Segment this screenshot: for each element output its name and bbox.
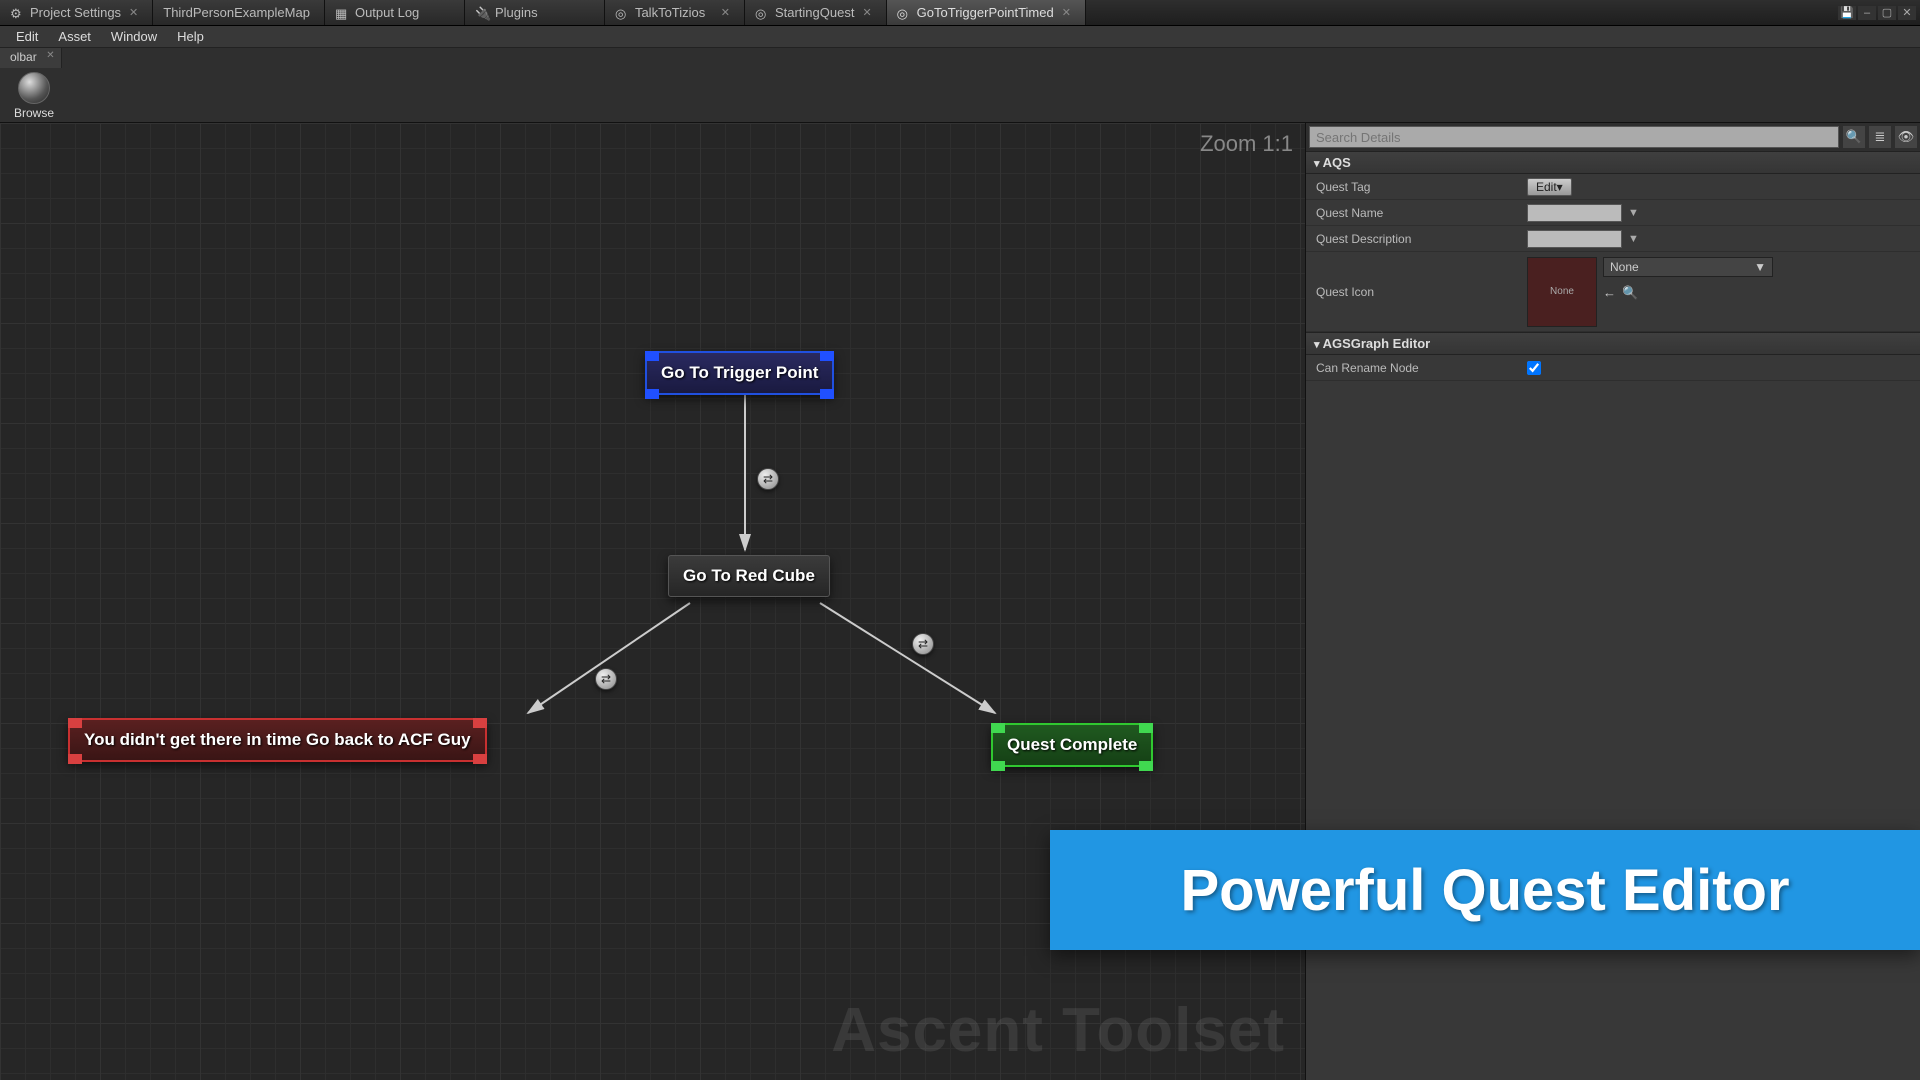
prop-label: Quest Icon: [1306, 281, 1521, 303]
chevron-down-icon: ▼: [1754, 260, 1766, 274]
tab-label: StartingQuest: [775, 5, 855, 20]
menubar: Edit Asset Window Help: [0, 26, 1920, 48]
transition-icon[interactable]: ⇄: [912, 633, 934, 655]
transition-icon[interactable]: ⇄: [595, 668, 617, 690]
toolbar: olbar ✕ Browse: [0, 48, 1920, 123]
chevron-down-icon[interactable]: ▼: [1628, 207, 1639, 219]
browse-label: Browse: [14, 106, 54, 120]
node-start[interactable]: Go To Trigger Point: [645, 351, 834, 395]
dropdown-value: None: [1610, 260, 1639, 274]
tab-label: GoToTriggerPointTimed: [917, 5, 1054, 20]
minimize-icon[interactable]: –: [1858, 6, 1876, 20]
quest-desc-input[interactable]: [1527, 230, 1622, 248]
node-done[interactable]: Quest Complete: [991, 723, 1153, 767]
close-icon[interactable]: ✕: [713, 6, 730, 19]
close-icon[interactable]: ✕: [46, 50, 54, 61]
close-icon[interactable]: ✕: [121, 6, 138, 19]
tab-map[interactable]: ThirdPersonExampleMap: [153, 0, 325, 25]
maximize-icon[interactable]: ▢: [1878, 6, 1896, 20]
toolbar-tab[interactable]: olbar ✕: [0, 48, 62, 68]
prop-label: Can Rename Node: [1306, 357, 1521, 379]
search-icon[interactable]: 🔍: [1843, 126, 1865, 148]
list-view-icon[interactable]: ≣: [1869, 126, 1891, 148]
toolbar-tab-label: olbar: [10, 50, 37, 64]
grid: [0, 123, 1305, 124]
watermark: Ascent Toolset: [831, 995, 1285, 1066]
plugin-icon: 🔌: [475, 6, 489, 20]
node-label: You didn't get there in time Go back to …: [84, 730, 471, 749]
tab-label: Output Log: [355, 5, 419, 20]
tab-project-settings[interactable]: ⚙ Project Settings✕: [0, 0, 153, 25]
node-fail[interactable]: You didn't get there in time Go back to …: [68, 718, 487, 762]
tab-startingquest[interactable]: ◎ StartingQuest✕: [745, 0, 887, 25]
tab-gototriggerpoint[interactable]: ◎ GoToTriggerPointTimed✕: [887, 0, 1086, 25]
browse-asset-icon[interactable]: 🔍: [1622, 285, 1638, 301]
prop-label: Quest Description: [1306, 228, 1521, 250]
prop-quest-icon: Quest Icon None None ▼ ← 🔍: [1306, 252, 1920, 332]
icon-dropdown[interactable]: None ▼: [1603, 257, 1773, 277]
prop-can-rename: Can Rename Node: [1306, 355, 1920, 381]
tab-output-log[interactable]: ▦ Output Log: [325, 0, 465, 25]
icon-preview[interactable]: None: [1527, 257, 1597, 327]
asset-icon: ◎: [615, 6, 629, 20]
tab-label: Plugins: [495, 5, 538, 20]
prop-label: Quest Name: [1306, 202, 1521, 224]
promo-banner: Powerful Quest Editor: [1050, 830, 1920, 950]
transition-icon[interactable]: ⇄: [757, 468, 779, 490]
quest-name-input[interactable]: [1527, 204, 1622, 222]
log-icon: ▦: [335, 6, 349, 20]
zoom-indicator: Zoom 1:1: [1200, 131, 1293, 157]
node-label: Go To Red Cube: [683, 566, 815, 585]
asset-icon: ◎: [897, 6, 911, 20]
tab-talktotizios[interactable]: ◎ TalkToTizios ✕: [605, 0, 745, 25]
browse-button[interactable]: Browse: [8, 70, 60, 122]
menu-asset[interactable]: Asset: [48, 27, 101, 46]
window-tabs: ⚙Project Settings✕ ThirdPersonExampleMap…: [0, 0, 1920, 26]
use-selected-icon[interactable]: ←: [1603, 285, 1616, 301]
prop-quest-desc: Quest Description ▼: [1306, 226, 1920, 252]
prop-label: Quest Tag: [1306, 176, 1521, 198]
prop-quest-tag: Quest Tag Edit▾: [1306, 174, 1920, 200]
prop-quest-name: Quest Name ▼: [1306, 200, 1920, 226]
close-icon[interactable]: ✕: [854, 6, 871, 19]
edit-button[interactable]: Edit▾: [1527, 178, 1572, 196]
gear-icon: ⚙: [10, 6, 24, 20]
close-icon[interactable]: ✕: [1898, 6, 1916, 20]
tab-label: TalkToTizios: [635, 5, 705, 20]
eye-icon[interactable]: 👁: [1895, 126, 1917, 148]
browse-icon: [18, 72, 50, 104]
node-label: Quest Complete: [1007, 735, 1137, 754]
save-icon[interactable]: 💾: [1838, 6, 1856, 20]
menu-help[interactable]: Help: [167, 27, 214, 46]
tab-label: Project Settings: [30, 5, 121, 20]
search-input[interactable]: [1309, 126, 1839, 148]
menu-edit[interactable]: Edit: [6, 27, 48, 46]
node-mid[interactable]: Go To Red Cube: [668, 555, 830, 597]
tab-plugins[interactable]: 🔌 Plugins: [465, 0, 605, 25]
tab-label: ThirdPersonExampleMap: [163, 5, 310, 20]
window-controls: 💾 – ▢ ✕: [1838, 0, 1920, 25]
asset-icon: ◎: [755, 6, 769, 20]
search-row: 🔍 ≣ 👁: [1306, 123, 1920, 151]
category-aqs[interactable]: AQS: [1306, 151, 1920, 174]
category-agsgraph[interactable]: AGSGraph Editor: [1306, 332, 1920, 355]
menu-window[interactable]: Window: [101, 27, 167, 46]
node-label: Go To Trigger Point: [661, 363, 818, 382]
can-rename-checkbox[interactable]: [1527, 361, 1541, 375]
chevron-down-icon[interactable]: ▼: [1628, 233, 1639, 245]
close-icon[interactable]: ✕: [1054, 6, 1071, 19]
